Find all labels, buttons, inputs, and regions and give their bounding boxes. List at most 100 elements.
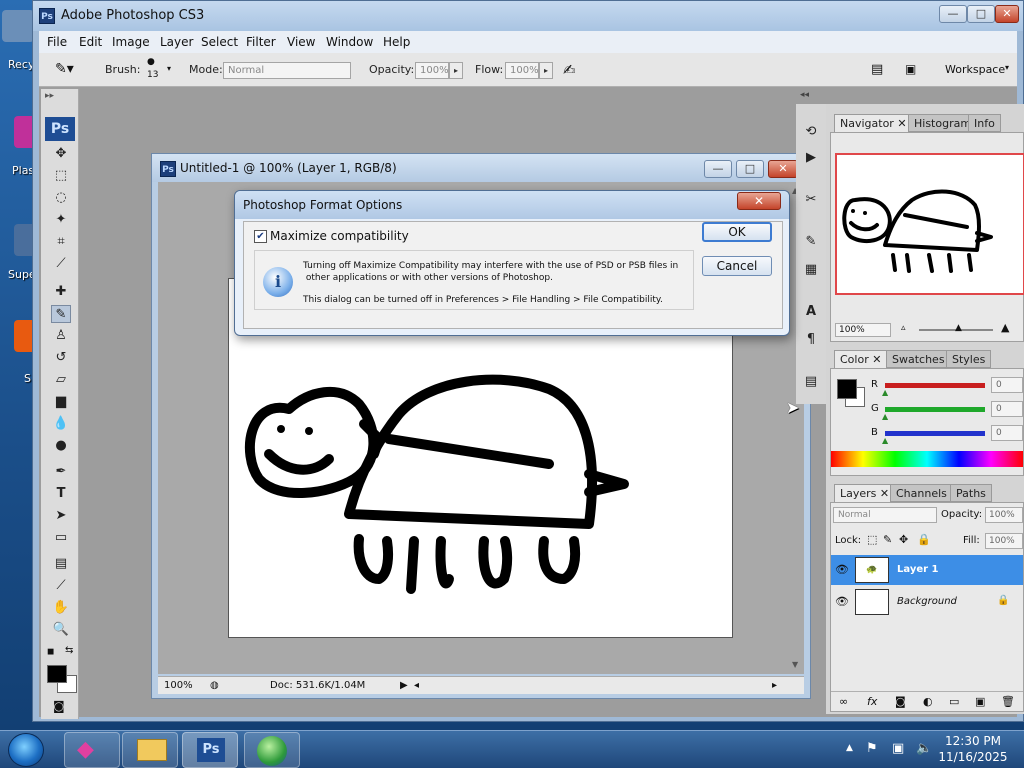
- clock-time[interactable]: 12:30 PM: [938, 734, 1008, 748]
- notes-tool-icon[interactable]: ▤: [51, 555, 71, 573]
- tab-swatches[interactable]: Swatches: [886, 350, 951, 368]
- color-foreground-swatch[interactable]: [837, 379, 857, 399]
- doc-close-button[interactable]: ✕: [768, 160, 798, 178]
- lock-transparency-icon[interactable]: ⬚: [867, 533, 877, 546]
- layer-opacity-field[interactable]: 100%: [985, 507, 1023, 523]
- channel-r-slider[interactable]: [885, 383, 985, 388]
- tool-presets-icon[interactable]: ✂: [801, 190, 821, 210]
- brush-picker-arrow-icon[interactable]: ▾: [167, 64, 171, 73]
- healing-brush-icon[interactable]: ✚: [51, 283, 71, 301]
- workspace-menu[interactable]: Workspace: [945, 63, 1005, 76]
- checkbox-label[interactable]: Maximize compatibility: [270, 229, 409, 243]
- menu-layer[interactable]: Layer: [160, 35, 193, 49]
- taskbar-plasma-button[interactable]: ◆: [64, 732, 120, 768]
- actions-panel-icon[interactable]: ▶: [801, 148, 821, 168]
- character-panel-icon[interactable]: A: [801, 302, 821, 322]
- taskbar-browser-button[interactable]: [244, 732, 300, 768]
- menu-view[interactable]: View: [287, 35, 315, 49]
- visibility-eye-icon[interactable]: 👁: [835, 595, 849, 608]
- paragraph-panel-icon[interactable]: ¶: [801, 330, 821, 350]
- lasso-tool-icon[interactable]: ◌: [51, 189, 71, 207]
- cancel-button[interactable]: Cancel: [702, 256, 772, 276]
- blur-tool-icon[interactable]: 💧: [51, 415, 71, 433]
- path-selection-icon[interactable]: ➤: [51, 507, 71, 525]
- eyedropper-icon[interactable]: ⟋: [51, 577, 71, 595]
- opacity-field[interactable]: 100%: [415, 62, 449, 79]
- workspace-arrow-icon[interactable]: ▾: [1005, 63, 1009, 72]
- visibility-eye-icon[interactable]: 👁: [835, 563, 849, 576]
- tab-paths[interactable]: Paths: [950, 484, 992, 502]
- gradient-tool-icon[interactable]: ▆: [51, 393, 71, 411]
- dodge-tool-icon[interactable]: ●: [51, 437, 71, 455]
- brushes-panel-icon[interactable]: ✎: [801, 232, 821, 252]
- layer-row[interactable]: 👁 🐢 Layer 1: [831, 555, 1023, 585]
- brush-dot-icon[interactable]: ●: [147, 57, 159, 67]
- hand-tool-icon[interactable]: ✋: [51, 599, 71, 617]
- shape-tool-icon[interactable]: ▭: [51, 529, 71, 547]
- opacity-arrow-icon[interactable]: ▸: [449, 62, 463, 79]
- channel-b-value[interactable]: 0: [991, 425, 1023, 441]
- lock-position-icon[interactable]: ✥: [899, 533, 908, 546]
- menu-image[interactable]: Image: [112, 35, 150, 49]
- menu-select[interactable]: Select: [201, 35, 238, 49]
- marquee-tool-icon[interactable]: ⬚: [51, 167, 71, 185]
- tab-navigator[interactable]: Navigator ✕: [834, 114, 913, 132]
- crop-tool-icon[interactable]: ⌗: [51, 233, 71, 251]
- strip-collapse-icon[interactable]: ◂◂: [800, 90, 809, 100]
- zoom-out-icon[interactable]: ▵: [901, 323, 906, 333]
- magic-wand-icon[interactable]: ✦: [51, 211, 71, 229]
- tool-preset-brush-icon[interactable]: ✎▾: [55, 61, 85, 81]
- doc-minimize-button[interactable]: —: [704, 160, 732, 178]
- default-colors-icon[interactable]: ◼: [47, 647, 54, 657]
- new-group-icon[interactable]: ▭: [949, 695, 959, 708]
- palette-well-icon[interactable]: ▤: [871, 62, 883, 77]
- brush-tool-icon[interactable]: ✎: [51, 305, 71, 323]
- layer-style-icon[interactable]: fx: [867, 695, 877, 708]
- color-spectrum-bar[interactable]: [831, 451, 1023, 467]
- status-info-icon[interactable]: ◍: [210, 680, 219, 691]
- quick-mask-icon[interactable]: ◙: [53, 699, 65, 713]
- zoom-slider-thumb-icon[interactable]: ▲: [955, 323, 962, 333]
- layer-name[interactable]: Background: [897, 596, 957, 607]
- clone-source-icon[interactable]: ▦: [801, 260, 821, 280]
- channel-g-slider[interactable]: [885, 407, 985, 412]
- maximize-compatibility-checkbox[interactable]: ✔: [254, 230, 267, 243]
- tab-channels[interactable]: Channels: [890, 484, 953, 502]
- menu-edit[interactable]: Edit: [79, 35, 102, 49]
- adjustment-layer-icon[interactable]: ◐: [923, 695, 933, 708]
- delete-layer-icon[interactable]: 🗑: [1001, 695, 1015, 708]
- menu-file[interactable]: File: [47, 35, 67, 49]
- tab-histogram[interactable]: Histogram: [908, 114, 978, 132]
- foreground-color-swatch[interactable]: [47, 665, 67, 683]
- dialog-title-bar[interactable]: Photoshop Format Options ✕: [235, 191, 789, 219]
- photoshop-logo[interactable]: Ps: [45, 117, 75, 141]
- history-panel-icon[interactable]: ⟲: [801, 122, 821, 142]
- slider-thumb-icon[interactable]: ▲: [882, 412, 888, 421]
- close-tab-icon[interactable]: ✕: [872, 353, 881, 366]
- lock-all-icon[interactable]: 🔒: [917, 533, 931, 546]
- slice-tool-icon[interactable]: ⟋: [51, 255, 71, 273]
- taskbar-photoshop-button[interactable]: Ps: [182, 732, 238, 768]
- hscroll-right-icon[interactable]: ▸: [772, 680, 777, 691]
- volume-icon[interactable]: 🔈: [916, 741, 932, 756]
- close-tab-icon[interactable]: ✕: [897, 117, 906, 130]
- layer-row[interactable]: 👁 Background 🔒: [831, 587, 1023, 617]
- new-layer-icon[interactable]: ▣: [975, 695, 985, 708]
- ok-button[interactable]: OK: [702, 222, 772, 242]
- eraser-tool-icon[interactable]: ▱: [51, 371, 71, 389]
- slider-thumb-icon[interactable]: ▲: [882, 388, 888, 397]
- layer-name[interactable]: Layer 1: [897, 564, 938, 575]
- document-title-bar[interactable]: Ps Untitled-1 @ 100% (Layer 1, RGB/8) — …: [152, 154, 810, 182]
- zoom-in-icon[interactable]: ▲: [1001, 321, 1009, 334]
- menu-help[interactable]: Help: [383, 35, 410, 49]
- zoom-tool-icon[interactable]: 🔍: [51, 621, 71, 639]
- layer-comps-icon[interactable]: ▤: [801, 372, 821, 392]
- tab-styles[interactable]: Styles: [946, 350, 992, 368]
- hscroll-left-icon[interactable]: ◂: [414, 680, 419, 691]
- airbrush-icon[interactable]: ✍: [563, 61, 576, 79]
- lock-pixels-icon[interactable]: ✎: [883, 533, 892, 546]
- fill-field[interactable]: 100%: [985, 533, 1023, 549]
- close-button[interactable]: ✕: [995, 5, 1019, 23]
- history-brush-icon[interactable]: ↺: [51, 349, 71, 367]
- maximize-button[interactable]: □: [967, 5, 995, 23]
